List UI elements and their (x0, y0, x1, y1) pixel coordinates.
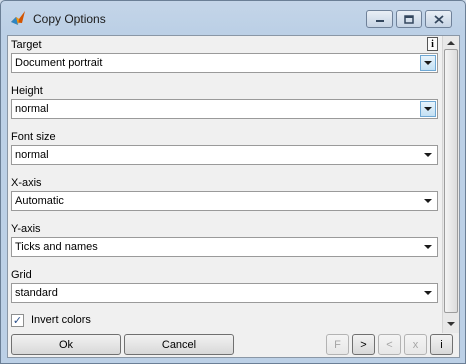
maximize-icon (404, 14, 414, 24)
prev-button[interactable]: < (378, 334, 401, 355)
matlab-icon (11, 11, 25, 25)
chevron-down-icon[interactable] (420, 101, 436, 117)
y-axis-label: Y-axis (11, 223, 41, 235)
grid-label: Grid (11, 269, 32, 281)
target-value: Document portrait (15, 57, 103, 69)
minimize-icon (375, 20, 384, 22)
target-dropdown[interactable]: Document portrait (11, 53, 438, 73)
grid-value: standard (15, 287, 58, 299)
height-dropdown[interactable]: normal (11, 99, 438, 119)
ok-button[interactable]: Ok (11, 334, 121, 355)
scroll-down-icon[interactable] (445, 318, 457, 330)
info-button[interactable]: i (430, 334, 453, 355)
close-icon (433, 14, 444, 24)
chevron-down-icon[interactable] (420, 193, 436, 209)
chevron-down-icon[interactable] (420, 285, 436, 301)
invert-colors-label[interactable]: Invert colors (31, 314, 91, 326)
next-button[interactable]: > (352, 334, 375, 355)
x-button[interactable]: x (404, 334, 427, 355)
x-axis-label: X-axis (11, 177, 42, 189)
font-size-label: Font size (11, 131, 56, 143)
height-label: Height (11, 85, 43, 97)
vertical-scrollbar[interactable] (442, 36, 459, 333)
maximize-button[interactable] (396, 10, 422, 28)
scrollbar-thumb[interactable] (444, 49, 458, 313)
f-button[interactable]: F (326, 334, 349, 355)
options-panel: i Target Document portrait Height normal… (7, 35, 460, 358)
y-axis-value: Ticks and names (15, 241, 98, 253)
close-button[interactable] (425, 10, 452, 28)
window-title: Copy Options (33, 12, 106, 26)
height-value: normal (15, 103, 49, 115)
title-bar[interactable]: Copy Options (1, 1, 465, 35)
x-axis-dropdown[interactable]: Automatic (11, 191, 438, 211)
minimize-button[interactable] (366, 10, 393, 28)
font-size-value: normal (15, 149, 49, 161)
copy-options-window: Copy Options i Target Document portrait … (0, 0, 466, 364)
invert-colors-checkbox[interactable]: ✓ (11, 314, 24, 327)
target-label: Target (11, 39, 42, 51)
y-axis-dropdown[interactable]: Ticks and names (11, 237, 438, 257)
grid-dropdown[interactable]: standard (11, 283, 438, 303)
info-icon[interactable]: i (427, 37, 438, 51)
button-bar: Ok Cancel F > < x i (8, 333, 459, 357)
font-size-dropdown[interactable]: normal (11, 145, 438, 165)
cancel-button[interactable]: Cancel (124, 334, 234, 355)
chevron-down-icon[interactable] (420, 55, 436, 71)
scroll-up-icon[interactable] (445, 37, 457, 49)
chevron-down-icon[interactable] (420, 147, 436, 163)
x-axis-value: Automatic (15, 195, 64, 207)
chevron-down-icon[interactable] (420, 239, 436, 255)
